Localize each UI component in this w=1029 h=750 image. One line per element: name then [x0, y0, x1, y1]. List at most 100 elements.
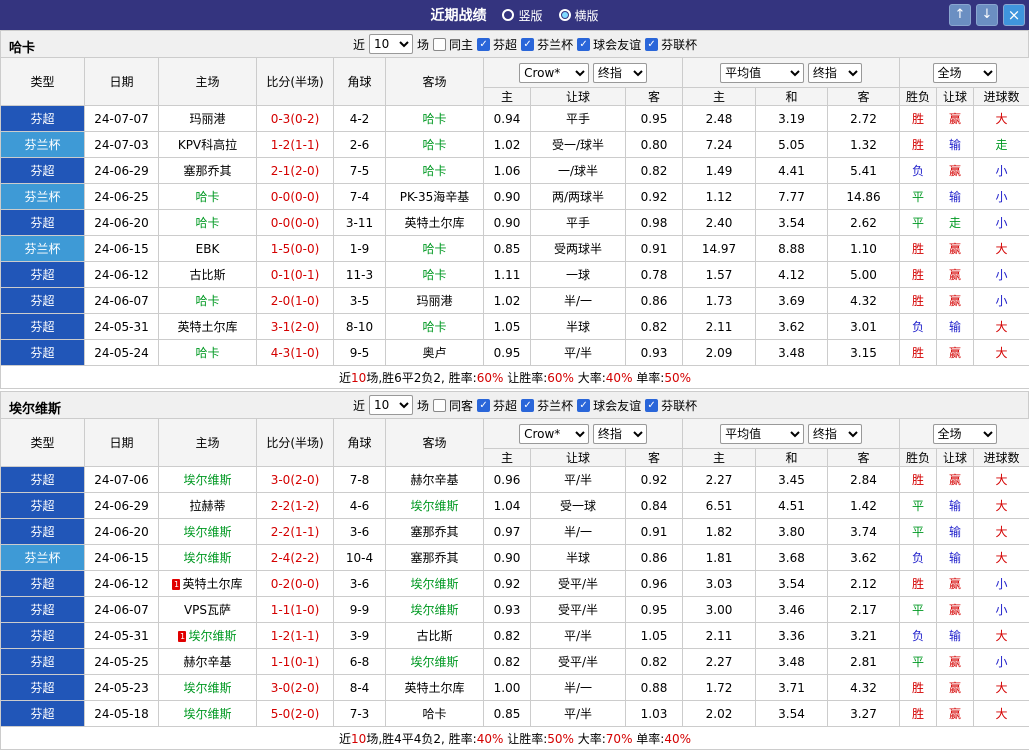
- checkbox-unchecked-icon: [433, 38, 446, 51]
- home-team-cell: 哈卡: [159, 288, 257, 314]
- league-filter-friendly[interactable]: ✓ 球会友谊: [577, 397, 641, 414]
- scroll-down-button[interactable]: ↓: [976, 4, 998, 26]
- europe-odds-away: 1.10: [828, 236, 900, 262]
- goals-result-value: 大: [974, 236, 1029, 262]
- league-filter-fin-premier[interactable]: ✓ 芬超: [477, 36, 517, 53]
- handicap-odds-away: 0.96: [626, 571, 683, 597]
- handicap-stage-select[interactable]: 终指: [593, 424, 647, 444]
- bookmaker-select[interactable]: Crow*: [519, 63, 589, 83]
- handicap-odds-home: 1.05: [484, 314, 531, 340]
- europe-odds-source-select[interactable]: 平均值: [720, 63, 804, 83]
- europe-odds-draw: 4.51: [756, 493, 828, 519]
- league-filter-fin-league-cup[interactable]: ✓ 芬联杯: [645, 397, 697, 414]
- league-filter-fin-league-cup[interactable]: ✓ 芬联杯: [645, 36, 697, 53]
- league-badge: 芬超: [1, 262, 85, 288]
- col-score: 比分(半场): [257, 419, 334, 467]
- home-team-cell: 哈卡: [159, 184, 257, 210]
- away-team-cell: 哈卡: [386, 701, 484, 727]
- scope-select[interactable]: 全场: [933, 424, 997, 444]
- summary-segment: 场,胜6平2负2, 胜率:: [366, 371, 476, 385]
- home-team-name: 玛丽港: [189, 112, 225, 126]
- radio-selected-icon: [559, 9, 571, 21]
- europe-odds-home: 1.81: [683, 545, 756, 571]
- handicap-line: 两/两球半: [531, 184, 626, 210]
- home-team-name: 埃尔维斯: [183, 473, 231, 487]
- goals-result-value: 小: [974, 649, 1029, 675]
- checkbox-checked-icon: ✓: [477, 399, 490, 412]
- title-bar: 近期战绩 竖版 横版 ↑ ↓ ×: [0, 0, 1029, 30]
- handicap-line: 半/一: [531, 288, 626, 314]
- away-team-cell: 英特土尔库: [386, 210, 484, 236]
- summary-segment: 10: [351, 371, 366, 385]
- goals-result-value: 走: [974, 132, 1029, 158]
- close-button[interactable]: ×: [1003, 4, 1025, 26]
- layout-radio-horizontal[interactable]: 横版: [559, 7, 599, 24]
- col-odds-home: 主: [683, 88, 756, 106]
- layout-radio-vertical[interactable]: 竖版: [502, 7, 542, 24]
- col-handicap-home: 主: [484, 449, 531, 467]
- away-team-name: 奥卢: [422, 346, 446, 360]
- result-value: 胜: [900, 571, 937, 597]
- league-filter-fin-cup[interactable]: ✓ 芬兰杯: [521, 36, 573, 53]
- handicap-result-value: 输: [937, 314, 974, 340]
- handicap-result-value: 赢: [937, 571, 974, 597]
- europe-odds-source-select[interactable]: 平均值: [720, 424, 804, 444]
- team-results-table: 类型 日期 主场 比分(半场) 角球 客场 Crow* 终指 平均值 终指 全场: [0, 418, 1029, 750]
- handicap-odds-away: 0.95: [626, 597, 683, 623]
- league-filter-fin-premier[interactable]: ✓ 芬超: [477, 397, 517, 414]
- match-score: 4-3(1-0): [257, 340, 334, 366]
- result-value: 负: [900, 158, 937, 184]
- league-filter-fin-cup[interactable]: ✓ 芬兰杯: [521, 397, 573, 414]
- result-value: 胜: [900, 340, 937, 366]
- league-badge: 芬超: [1, 340, 85, 366]
- col-score: 比分(半场): [257, 58, 334, 106]
- handicap-result-value: 输: [937, 132, 974, 158]
- bookmaker-select[interactable]: Crow*: [519, 424, 589, 444]
- result-value: 胜: [900, 288, 937, 314]
- col-handicap-line: 让球: [531, 88, 626, 106]
- handicap-odds-home: 1.02: [484, 288, 531, 314]
- europe-stage-select[interactable]: 终指: [808, 424, 862, 444]
- match-row: 芬超24-06-07哈卡2-0(1-0)3-5玛丽港1.02半/一0.861.7…: [1, 288, 1029, 314]
- home-team-cell: 1埃尔维斯: [159, 623, 257, 649]
- match-table-body: 芬超24-07-07玛丽港0-3(0-2)4-2哈卡0.94平手0.952.48…: [1, 106, 1029, 366]
- away-team-name: PK-35海辛基: [400, 190, 469, 204]
- match-score: 1-2(1-1): [257, 623, 334, 649]
- handicap-line: 一/球半: [531, 158, 626, 184]
- col-type: 类型: [1, 419, 85, 467]
- col-corners: 角球: [334, 419, 386, 467]
- europe-odds-away: 4.32: [828, 675, 900, 701]
- summary-row: 近10场,胜6平2负2, 胜率:60% 让胜率:60% 大率:40% 单率:50…: [1, 366, 1029, 389]
- match-count-select[interactable]: 10: [369, 34, 413, 54]
- away-team-name: 赫尔辛基: [410, 473, 458, 487]
- col-odds-draw: 和: [756, 88, 828, 106]
- goals-result-value: 小: [974, 184, 1029, 210]
- goals-result-value: 大: [974, 519, 1029, 545]
- match-date: 24-05-23: [85, 675, 159, 701]
- europe-stage-select[interactable]: 终指: [808, 63, 862, 83]
- europe-odds-draw: 4.41: [756, 158, 828, 184]
- league-badge: 芬兰杯: [1, 132, 85, 158]
- home-team-cell: 埃尔维斯: [159, 519, 257, 545]
- europe-odds-draw: 3.62: [756, 314, 828, 340]
- same-venue-filter[interactable]: 同客: [433, 397, 473, 414]
- scroll-up-button[interactable]: ↑: [949, 4, 971, 26]
- match-row: 芬超24-06-20哈卡0-0(0-0)3-11英特土尔库0.90平手0.982…: [1, 210, 1029, 236]
- same-venue-filter[interactable]: 同主: [433, 36, 473, 53]
- result-value: 平: [900, 184, 937, 210]
- col-goals: 进球数: [974, 88, 1029, 106]
- scope-select[interactable]: 全场: [933, 63, 997, 83]
- away-team-name: 古比斯: [416, 629, 452, 643]
- league-filter-friendly[interactable]: ✓ 球会友谊: [577, 36, 641, 53]
- col-goals: 进球数: [974, 449, 1029, 467]
- handicap-result-value: 赢: [937, 236, 974, 262]
- match-count-select[interactable]: 10: [369, 395, 413, 415]
- summary-segment: 50%: [664, 371, 691, 385]
- handicap-odds-home: 1.11: [484, 262, 531, 288]
- radio-vertical-label: 竖版: [518, 7, 542, 24]
- away-team-name: 哈卡: [422, 112, 446, 126]
- handicap-stage-select[interactable]: 终指: [593, 63, 647, 83]
- summary-segment: 60%: [477, 371, 504, 385]
- goals-result-value: 大: [974, 545, 1029, 571]
- home-team-name: 哈卡: [195, 216, 219, 230]
